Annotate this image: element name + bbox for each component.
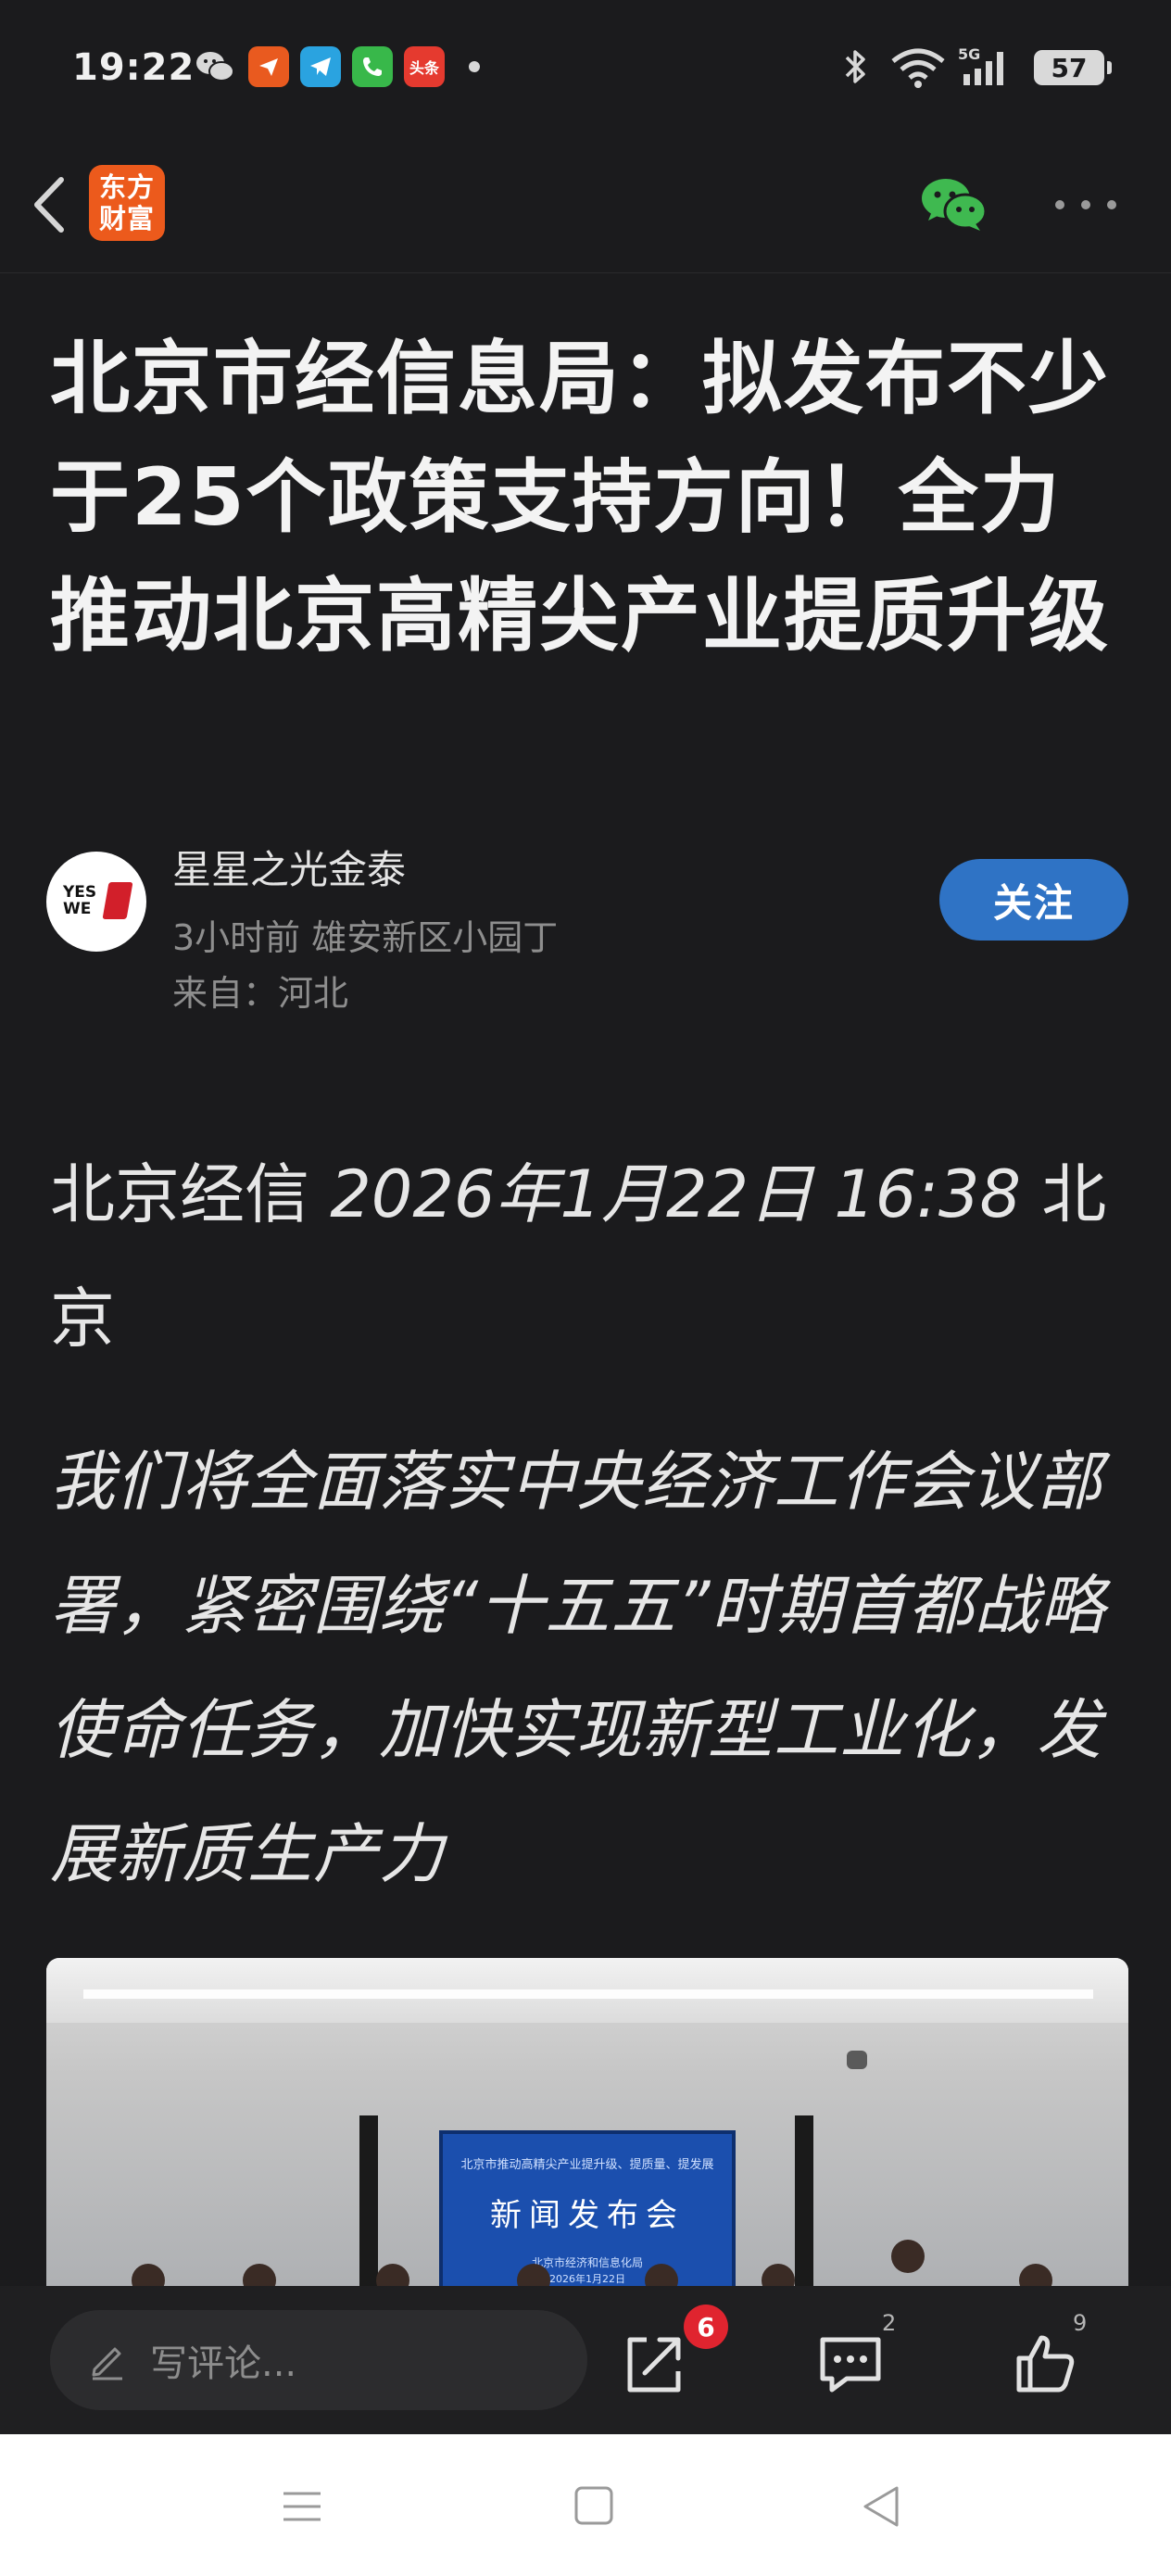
article-photo[interactable]: 北京市推动高精尖产业提升级、提质量、提发展 新闻发布会 北京市经济和信息化局 2… bbox=[46, 1958, 1128, 2292]
page: 19:22 头条 5G 57 东方 财富 北京市经信息局：拟发布不少于25个政策… bbox=[0, 0, 1171, 2576]
status-time: 19:22 bbox=[72, 46, 195, 89]
photo-ceiling-light bbox=[83, 1989, 1093, 1999]
article-lead: 我们将全面落实中央经济工作会议部署，紧密围绕“十五五”时期首都战略使命任务，加快… bbox=[50, 1444, 1106, 1892]
comment-input[interactable]: 写评论... bbox=[50, 2310, 587, 2410]
photo-speaker-right bbox=[795, 2115, 813, 2292]
photo-speaker-left bbox=[359, 2115, 378, 2292]
system-navigation-bar bbox=[0, 2434, 1171, 2576]
follow-button[interactable]: 关注 bbox=[939, 859, 1128, 941]
eastmoney-logo[interactable]: 东方 财富 bbox=[89, 165, 165, 241]
article-title: 北京市经信息局：拟发布不少于25个政策支持方向！全力推动北京高精尖产业提质升级 bbox=[50, 333, 1110, 663]
wechat-share-icon[interactable] bbox=[919, 174, 989, 235]
network-type-label: 5G bbox=[958, 45, 980, 63]
bottom-action-bar: 写评论... 6 2 9 bbox=[0, 2286, 1171, 2434]
more-notifications-dot bbox=[469, 61, 480, 72]
photo-person bbox=[891, 2240, 925, 2273]
article-dateline: 北京经信 2026年1月22日 16:38 北京 bbox=[50, 1132, 1134, 1381]
comments-icon[interactable] bbox=[815, 2329, 886, 2399]
app-bar: 东方 财富 bbox=[0, 139, 1171, 273]
recent-apps-icon[interactable] bbox=[274, 2482, 330, 2531]
orange-app-notification-icon bbox=[248, 46, 289, 87]
wechat-notification-icon bbox=[195, 46, 235, 87]
phone-notification-icon bbox=[352, 46, 393, 87]
author-row: YES WE 星星之光金泰 3小时前 雄安新区小园丁 来自：河北 关注 bbox=[0, 839, 1171, 1015]
comments-count: 2 bbox=[882, 2310, 897, 2336]
dateline-source: 北京经信 bbox=[50, 1156, 331, 1232]
pen-icon bbox=[92, 2347, 122, 2380]
wifi-icon bbox=[891, 48, 945, 88]
avatar-logo: YES WE bbox=[63, 882, 133, 921]
logo-line1: 东方 bbox=[98, 171, 155, 203]
back-arrow-icon[interactable] bbox=[24, 172, 80, 237]
screen-date: 2026年1月22日 bbox=[549, 2273, 625, 2285]
bluetooth-icon bbox=[845, 50, 865, 83]
author-avatar[interactable]: YES WE bbox=[46, 852, 146, 952]
likes-count: 9 bbox=[1073, 2310, 1088, 2336]
telegram-notification-icon bbox=[300, 46, 341, 87]
like-thumb-icon[interactable] bbox=[1010, 2329, 1080, 2399]
dateline-time: 2026年1月22日 16:38 bbox=[330, 1156, 1042, 1232]
battery-indicator: 57 bbox=[1034, 50, 1112, 85]
status-bar: 19:22 头条 5G 57 bbox=[0, 0, 1171, 139]
home-icon[interactable] bbox=[567, 2482, 623, 2531]
comment-placeholder: 写评论... bbox=[150, 2342, 297, 2385]
photo-projection-screen: 北京市推动高精尖产业提升级、提质量、提发展 新闻发布会 北京市经济和信息化局 2… bbox=[439, 2130, 736, 2292]
nav-back-icon[interactable] bbox=[854, 2482, 910, 2531]
author-meta: 3小时前 雄安新区小园丁 bbox=[172, 917, 559, 958]
photo-camera bbox=[847, 2051, 867, 2069]
share-badge: 6 bbox=[684, 2305, 728, 2349]
author-source: 来自：河北 bbox=[172, 973, 349, 1014]
author-name[interactable]: 星星之光金泰 bbox=[172, 839, 406, 895]
share-icon[interactable] bbox=[619, 2329, 689, 2399]
cellular-signal-icon: 5G bbox=[958, 45, 1003, 85]
logo-line2: 财富 bbox=[98, 203, 155, 234]
screen-subtitle: 北京市推动高精尖产业提升级、提质量、提发展 bbox=[460, 2158, 714, 2172]
screen-title: 新闻发布会 bbox=[490, 2197, 685, 2234]
toutiao-notification-icon: 头条 bbox=[404, 46, 445, 87]
screen-organization: 北京市经济和信息化局 bbox=[531, 2256, 643, 2269]
more-options-icon[interactable] bbox=[1051, 191, 1121, 219]
